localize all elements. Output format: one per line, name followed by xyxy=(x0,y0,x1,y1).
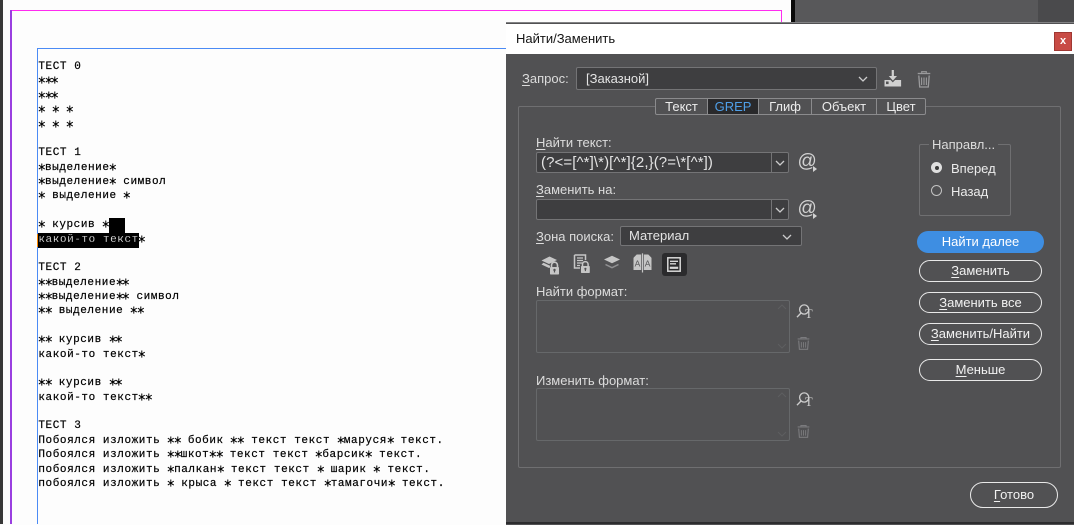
svg-text:T: T xyxy=(805,395,813,409)
svg-text:A: A xyxy=(645,259,651,269)
svg-text:T: T xyxy=(805,307,813,321)
svg-text:A: A xyxy=(635,259,641,269)
